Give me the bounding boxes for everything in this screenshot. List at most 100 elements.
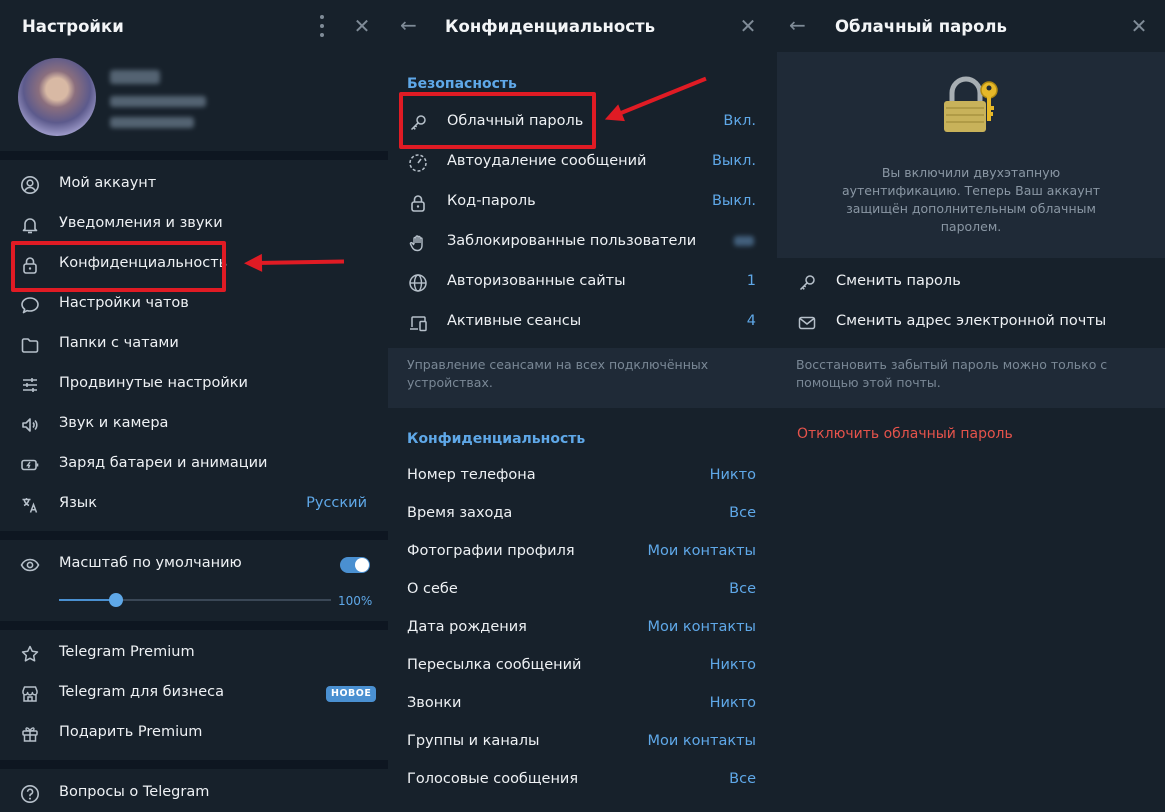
divider xyxy=(0,760,388,769)
menu-item-sound-camera[interactable]: Звук и камера xyxy=(0,404,388,444)
scale-slider[interactable] xyxy=(59,593,331,607)
new-badge: НОВОЕ xyxy=(326,686,377,702)
back-arrow-icon[interactable]: ← xyxy=(789,15,806,35)
privacy-item-label: Пересылка сообщений xyxy=(407,657,582,673)
timer-icon xyxy=(407,152,429,174)
gift-icon xyxy=(19,723,41,745)
profile-username xyxy=(110,117,194,128)
hand-icon xyxy=(407,232,429,254)
privacy-item-value: Никто xyxy=(709,657,756,673)
privacy-item-label: Время захода xyxy=(407,505,513,521)
privacy-item-label: Голосовые сообщения xyxy=(407,771,579,787)
back-arrow-icon[interactable]: ← xyxy=(400,15,417,35)
disable-password-button[interactable]: Отключить облачный пароль xyxy=(797,426,1013,442)
question-icon xyxy=(19,783,41,805)
divider xyxy=(0,531,388,540)
language-value: Русский xyxy=(306,495,367,511)
privacy-item[interactable]: Группы и каналы Мои контакты xyxy=(388,723,777,761)
bell-icon xyxy=(19,214,41,236)
privacy-item[interactable]: Номер телефона Никто xyxy=(388,457,777,495)
translate-icon xyxy=(19,494,41,516)
security-item-active-sessions[interactable]: Активные сеансы 4 xyxy=(388,302,777,342)
privacy-item-value: Никто xyxy=(709,467,756,483)
menu-item-notifications[interactable]: Уведомления и звуки xyxy=(0,204,388,244)
change-password-button[interactable]: Сменить пароль xyxy=(777,262,1165,302)
profile-phone xyxy=(110,96,206,107)
scale-slider-fill xyxy=(59,599,117,601)
blocked-users-count xyxy=(734,236,754,246)
close-icon[interactable]: ✕ xyxy=(352,16,372,36)
lock-icon xyxy=(407,192,429,214)
privacy-header: ← Конфиденциальность ✕ xyxy=(388,0,777,52)
privacy-item-label: Группы и каналы xyxy=(407,733,540,749)
avatar[interactable] xyxy=(18,58,96,136)
divider xyxy=(0,621,388,630)
privacy-item[interactable]: Фотографии профиля Мои контакты xyxy=(388,533,777,571)
change-email-button[interactable]: Сменить адрес электронной почты xyxy=(777,302,1165,342)
more-menu-icon[interactable] xyxy=(316,15,328,37)
scale-row: Масштаб по умолчанию xyxy=(0,544,388,584)
menu-item-faq[interactable]: Вопросы о Telegram xyxy=(0,773,388,812)
privacy-item-label: О себе xyxy=(407,581,458,597)
menu-item-account[interactable]: Мой аккаунт xyxy=(0,164,388,204)
menu-item-premium[interactable]: Telegram Premium xyxy=(0,633,388,673)
annotation-highlight-privacy xyxy=(11,241,226,292)
privacy-item-value: Все xyxy=(729,581,756,597)
menu-item-battery[interactable]: Заряд батареи и анимации xyxy=(0,444,388,484)
privacy-item-label: Звонки xyxy=(407,695,462,711)
divider xyxy=(0,151,388,160)
recovery-hint: Восстановить забытый пароль можно только… xyxy=(777,348,1165,408)
globe-icon xyxy=(407,272,429,294)
privacy-item-value: Все xyxy=(729,505,756,521)
menu-item-language[interactable]: Язык Русский xyxy=(0,484,388,524)
close-icon[interactable]: ✕ xyxy=(738,16,758,36)
annotation-highlight-cloud-password xyxy=(399,92,596,149)
page-title: Облачный пароль xyxy=(835,16,1007,36)
sliders-icon xyxy=(19,374,41,396)
privacy-item-value: Все xyxy=(729,771,756,787)
privacy-item-value: Никто xyxy=(709,695,756,711)
security-item-blocked-users[interactable]: Заблокированные пользователи xyxy=(388,222,777,262)
privacy-item-label: Номер телефона xyxy=(407,467,536,483)
settings-panel: Настройки ✕ Мой аккаунт Уведомления и зв… xyxy=(0,0,388,812)
privacy-item[interactable]: Голосовые сообщения Все xyxy=(388,761,777,799)
page-title: Конфиденциальность xyxy=(445,16,656,36)
cloud-password-panel: ← Облачный пароль ✕ Вы включили двухэтап… xyxy=(777,0,1165,812)
devices-icon xyxy=(407,312,429,334)
privacy-item[interactable]: Дата рождения Мои контакты xyxy=(388,609,777,647)
privacy-section-title: Конфиденциальность xyxy=(407,431,586,447)
star-icon xyxy=(19,643,41,665)
profile-name xyxy=(110,70,160,84)
privacy-item[interactable]: Пересылка сообщений Никто xyxy=(388,647,777,685)
privacy-item[interactable]: О себе Все xyxy=(388,571,777,609)
security-item-authorized-sites[interactable]: Авторизованные сайты 1 xyxy=(388,262,777,302)
security-item-passcode[interactable]: Код-пароль Выкл. xyxy=(388,182,777,222)
privacy-item-label: Дата рождения xyxy=(407,619,527,635)
settings-header: Настройки ✕ xyxy=(0,0,388,52)
key-icon xyxy=(796,272,818,294)
privacy-item-value: Мои контакты xyxy=(647,619,756,635)
privacy-item[interactable]: Время захода Все xyxy=(388,495,777,533)
mail-icon xyxy=(796,312,818,334)
security-section-title: Безопасность xyxy=(407,76,517,92)
privacy-item[interactable]: Звонки Никто xyxy=(388,685,777,723)
chat-bubble-icon xyxy=(19,294,41,316)
folder-icon xyxy=(19,334,41,356)
shop-icon xyxy=(19,683,41,705)
privacy-item-value: Мои контакты xyxy=(647,733,756,749)
menu-item-gift-premium[interactable]: Подарить Premium xyxy=(0,713,388,753)
menu-item-advanced[interactable]: Продвинутые настройки xyxy=(0,364,388,404)
privacy-panel: ← Конфиденциальность ✕ Безопасность Обла… xyxy=(388,0,777,812)
close-icon[interactable]: ✕ xyxy=(1129,16,1149,36)
menu-item-folders[interactable]: Папки с чатами xyxy=(0,324,388,364)
cloud-password-header: ← Облачный пароль ✕ xyxy=(777,0,1165,52)
padlock-key-icon xyxy=(944,76,998,132)
scale-slider-knob[interactable] xyxy=(109,593,124,607)
eye-icon xyxy=(19,554,41,576)
scale-value: 100% xyxy=(338,594,373,608)
privacy-item-value: Мои контакты xyxy=(647,543,756,559)
sessions-hint: Управление сеансами на всех подключённых… xyxy=(388,348,777,408)
speaker-icon xyxy=(19,414,41,436)
scale-toggle[interactable] xyxy=(340,557,370,573)
twofa-description: Вы включили двухэтапную аутентификацию. … xyxy=(841,165,1101,234)
